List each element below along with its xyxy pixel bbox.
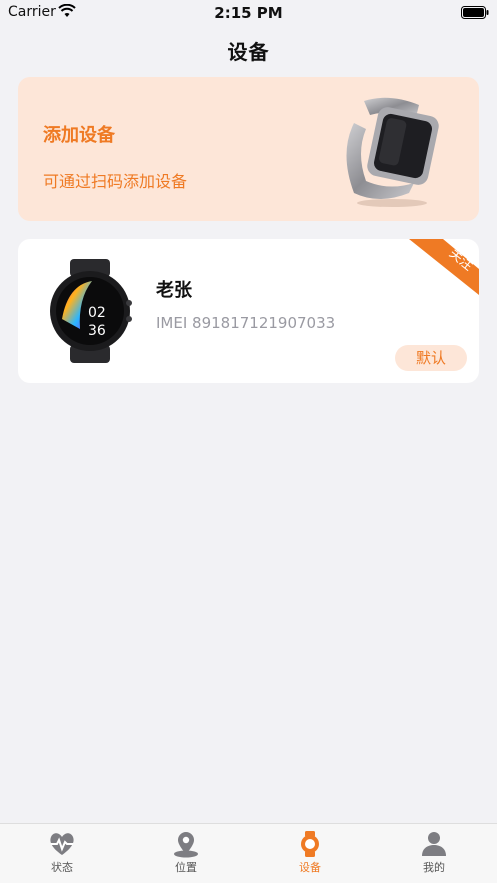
add-device-subtitle: 可通过扫码添加设备 bbox=[43, 172, 188, 191]
tab-status-label: 状态 bbox=[51, 861, 73, 874]
smartwatch-image: 02 36 bbox=[48, 259, 132, 367]
watch-icon bbox=[301, 831, 319, 857]
device-name: 老张 bbox=[156, 280, 192, 301]
smart-band-image bbox=[334, 93, 449, 215]
tab-location-label: 位置 bbox=[175, 861, 197, 874]
status-bar: Carrier 2:15 PM bbox=[0, 0, 497, 26]
battery-icon bbox=[461, 5, 489, 23]
tab-mine[interactable]: 我的 bbox=[372, 824, 496, 883]
tab-bar: 状态 位置 设备 我的 bbox=[0, 823, 497, 883]
watch-minute: 36 bbox=[88, 323, 106, 339]
clock-time: 2:15 PM bbox=[214, 4, 283, 22]
tab-device[interactable]: 设备 bbox=[248, 824, 372, 883]
add-device-title: 添加设备 bbox=[43, 125, 115, 146]
tab-mine-label: 我的 bbox=[423, 861, 445, 874]
page-title: 设备 bbox=[227, 40, 270, 64]
tab-device-label: 设备 bbox=[299, 861, 321, 874]
watch-hour: 02 bbox=[88, 305, 106, 321]
add-device-card[interactable]: 添加设备 可通过扫码添加设备 bbox=[18, 77, 479, 221]
heart-pulse-icon bbox=[50, 833, 74, 855]
tab-status[interactable]: 状态 bbox=[0, 824, 124, 883]
default-button[interactable]: 默认 bbox=[395, 345, 467, 371]
tab-location[interactable]: 位置 bbox=[124, 824, 248, 883]
device-card[interactable]: 02 36 老张 IMEI 891817121907033 默认 关注 bbox=[18, 239, 479, 383]
device-imei: IMEI 891817121907033 bbox=[156, 314, 336, 332]
follow-ribbon: 关注 bbox=[409, 239, 479, 295]
person-icon bbox=[422, 832, 446, 856]
location-pin-icon bbox=[174, 832, 198, 858]
